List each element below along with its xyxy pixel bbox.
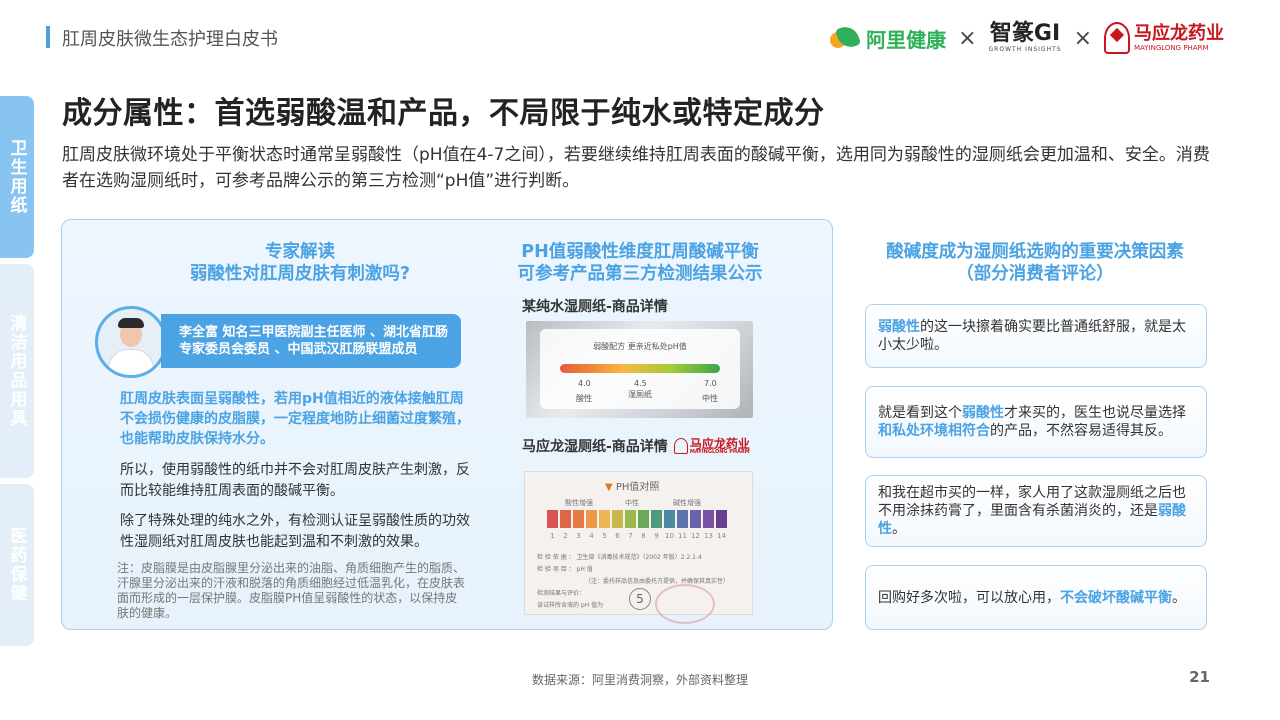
ph-scale-number: 11 <box>678 532 687 540</box>
page-title: 成分属性：首选弱酸温和产品，不局限于纯水或特定成分 <box>62 96 825 131</box>
header-accent-bar <box>46 26 50 48</box>
product1-image: 弱酸配方 更亲近私处pH值 4.0 酸性 4.5 湿厕纸 7.0 中性 <box>526 321 753 418</box>
alihealth-logo: 阿里健康 <box>830 23 946 53</box>
ph-scale-number: 6 <box>615 532 620 540</box>
expert-paragraph-1: 所以，使用弱酸性的纸巾并不会对肛周皮肤产生刺激，反而比较能维持肛周表面的酸碱平衡… <box>120 462 470 499</box>
ph-scale-number: 10 <box>665 532 674 540</box>
growth-insights-logo: 智篆GI GROWTH INSIGHTS <box>988 21 1062 53</box>
ph-swatch <box>651 510 662 528</box>
doctor-avatar <box>95 306 167 378</box>
slide: 肛周皮肤微生态护理白皮书 阿里健康 × 智篆GI GROWTH INSIGHTS… <box>0 0 1280 720</box>
comments-heading: 酸碱度成为湿厕纸选购的重要决策因素 （部分消费者评论） <box>886 242 1184 284</box>
ph-scale-number: 12 <box>691 532 700 540</box>
data-source: 数据来源：阿里消费洞察，外部资料整理 <box>531 673 748 687</box>
consumer-comment: 和我在超市买的一样，家人用了这款湿厕纸之后也不用涂抹药膏了，里面含有杀菌消炎的，… <box>865 475 1207 547</box>
side-tab-paper[interactable]: 卫生用纸 <box>0 96 34 258</box>
ph-scale-number: 9 <box>654 532 659 540</box>
document-title: 肛周皮肤微生态护理白皮书 <box>62 29 278 50</box>
mayinglong-mini-logo: 马应龙药业 MAYINGLONG PHARM <box>673 438 750 455</box>
official-stamp <box>655 584 715 624</box>
times-icon: × <box>1073 25 1092 51</box>
ph-swatch <box>716 510 727 528</box>
ph-swatch <box>560 510 571 528</box>
page-number: 21 <box>1189 668 1210 686</box>
ph-scale-number: 14 <box>717 532 726 540</box>
ph-result-value: 5 <box>629 588 651 610</box>
mayinglong-seal-icon <box>673 438 688 454</box>
expert-heading: 专家解读 弱酸性对肛周皮肤有刺激吗? <box>189 242 411 284</box>
ph-color-swatches <box>547 510 727 528</box>
product1-label: 某纯水湿厕纸-商品详情 <box>522 299 668 315</box>
ph-chart-title: PH值对照 <box>605 478 660 493</box>
ph-swatch <box>612 510 623 528</box>
ph-swatch <box>573 510 584 528</box>
ph-scale-number: 13 <box>704 532 713 540</box>
partner-logos: 阿里健康 × 智篆GI GROWTH INSIGHTS × 马应龙药业 MAYI… <box>830 18 1224 58</box>
ph-swatch <box>638 510 649 528</box>
ph-swatch <box>677 510 688 528</box>
times-icon: × <box>958 25 977 51</box>
ph-swatch <box>625 510 636 528</box>
expert-paragraph-2: 除了特殊处理的纯水之外，有检测认证呈弱酸性质的功效性湿厕纸对肛周皮肤也能起到温和… <box>120 513 470 550</box>
consumer-comment: 回购好多次啦，可以放心用，不会破坏酸碱平衡。 <box>865 565 1207 630</box>
ph-heading: PH值弱酸性维度肛周酸碱平衡 可参考产品第三方检测结果公示 <box>517 242 763 284</box>
ph-swatch <box>664 510 675 528</box>
consumer-comment: 就是看到这个弱酸性才来买的，医生也说尽量选择和私处环境相符合的产品，不然容易适得… <box>865 386 1207 458</box>
ph-swatch <box>547 510 558 528</box>
ph-swatch <box>690 510 701 528</box>
product2-test-report-image: PH值对照 酸性增强 中性 碱性增强 1234567891011121314 检… <box>524 471 753 624</box>
expert-name-banner: 李全富 知名三甲医院副主任医师 、湖北省肛肠专家委员会委员 、中国武汉肛肠联盟成… <box>161 314 461 368</box>
consumer-comment: 弱酸性的这一块擦着确实要比普通纸舒服，就是太小太少啦。 <box>865 304 1207 368</box>
ph-scale-number: 8 <box>641 532 646 540</box>
ph-scale-number: 3 <box>576 532 581 540</box>
ph-scale-number: 4 <box>589 532 594 540</box>
ph-scale-number: 5 <box>602 532 607 540</box>
ph-scale-number: 7 <box>628 532 633 540</box>
ph-scale-number: 2 <box>563 532 568 540</box>
alihealth-leaf-icon <box>830 23 862 51</box>
ph-gradient-bar <box>560 364 720 373</box>
expert-key-point: 肛周皮肤表面呈弱酸性，若用pH值相近的液体接触肛周不会损伤健康的皮脂膜，一定程度… <box>120 391 470 447</box>
ph-swatch <box>599 510 610 528</box>
ph-scale-number: 1 <box>550 532 555 540</box>
mayinglong-seal-icon <box>1104 22 1130 54</box>
product1-card-label: 弱酸配方 更亲近私处pH值 <box>593 342 687 351</box>
footnote: 注：皮脂膜是由皮脂腺里分泌出来的油脂、角质细胞产生的脂质、汗腺里分泌出来的汗液和… <box>117 561 466 620</box>
ph-swatch <box>703 510 714 528</box>
ph-swatch <box>586 510 597 528</box>
side-tab-cleaning[interactable]: 清洁用品用具 <box>0 264 34 478</box>
intro-paragraph: 肛周皮肤微环境处于平衡状态时通常呈弱酸性（pH值在4-7之间），若要继续维持肛周… <box>62 145 1210 191</box>
ph-scale-numbers: 1 2 3 4 5 6 7 8 9 10 11 12 13 14 <box>547 532 727 540</box>
product2-label: 马应龙湿厕纸-商品详情 马应龙药业 MAYINGLONG PHARM <box>522 436 750 456</box>
mayinglong-logo: 马应龙药业 MAYINGLONG PHARM <box>1104 22 1224 54</box>
side-tab-medical[interactable]: 医药保健 <box>0 484 34 646</box>
